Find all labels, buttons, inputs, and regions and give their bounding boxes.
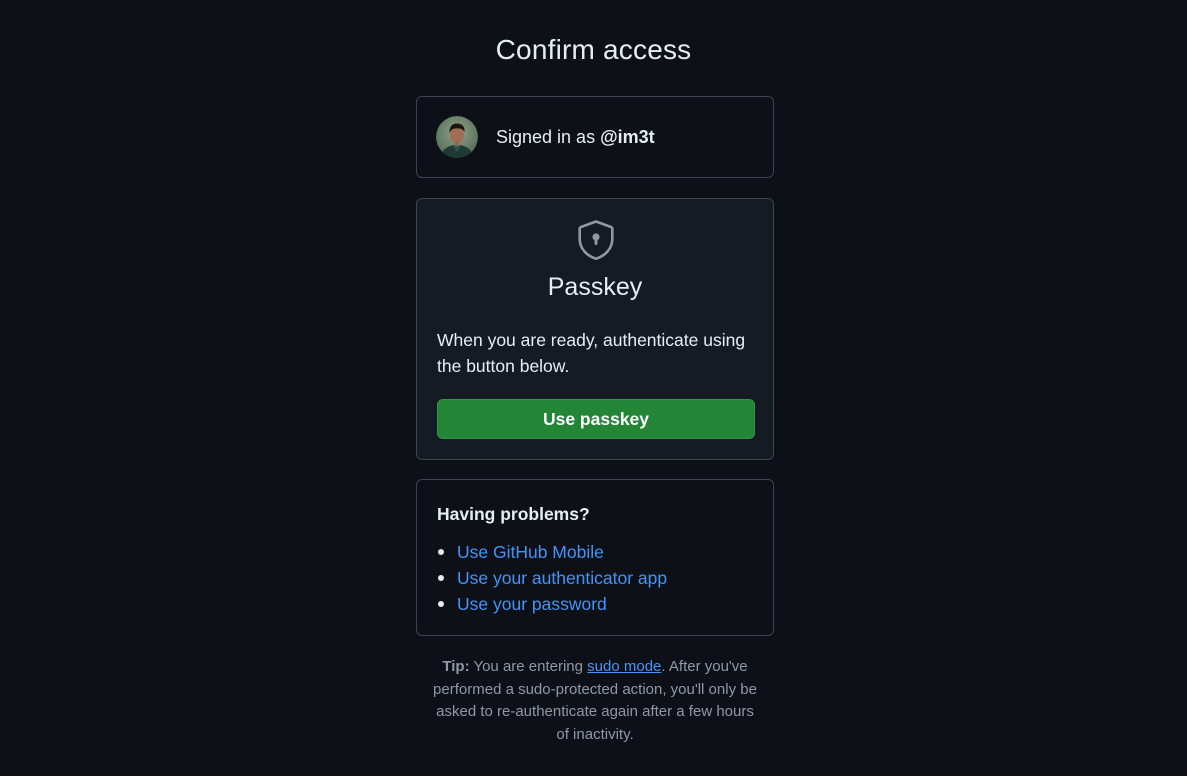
bullet-icon xyxy=(438,575,444,581)
authenticator-app-link[interactable]: Use your authenticator app xyxy=(457,568,667,588)
sudo-tip: Tip: You are entering sudo mode. After y… xyxy=(430,656,760,746)
signed-in-prefix: Signed in as xyxy=(496,126,596,147)
tip-text-before: You are entering xyxy=(469,658,588,675)
github-mobile-link[interactable]: Use GitHub Mobile xyxy=(457,542,604,562)
password-link[interactable]: Use your password xyxy=(457,594,607,614)
use-passkey-button[interactable]: Use passkey xyxy=(437,399,755,439)
confirm-access-page: Confirm access Signed in as @im3t Passke… xyxy=(0,0,1187,776)
list-item: Use your password xyxy=(437,591,667,617)
sudo-mode-link[interactable]: sudo mode xyxy=(587,658,661,675)
username: @im3t xyxy=(600,126,655,147)
shield-lock-icon xyxy=(578,220,614,260)
alternative-methods-list: Use GitHub Mobile Use your authenticator… xyxy=(437,539,667,617)
list-item: Use your authenticator app xyxy=(437,565,667,591)
signed-in-text: Signed in as @im3t xyxy=(496,127,655,148)
bullet-icon xyxy=(438,549,444,555)
passkey-description: When you are ready, authenticate using t… xyxy=(437,330,746,376)
passkey-card: Passkey When you are ready, authenticate… xyxy=(416,198,774,460)
problems-title: Having problems? xyxy=(437,504,590,524)
signed-in-card: Signed in as @im3t xyxy=(416,96,774,178)
tip-label: Tip: xyxy=(442,658,470,675)
bullet-icon xyxy=(438,601,444,607)
passkey-title: Passkey xyxy=(547,273,643,301)
having-problems-card: Having problems? Use GitHub Mobile Use y… xyxy=(416,479,774,636)
list-item: Use GitHub Mobile xyxy=(437,539,667,565)
page-title: Confirm access xyxy=(495,34,692,65)
user-avatar xyxy=(436,116,478,158)
